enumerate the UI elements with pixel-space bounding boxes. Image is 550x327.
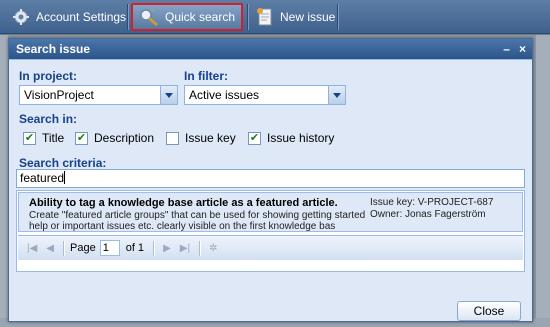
new-issue-button[interactable]: New issue xyxy=(250,3,335,31)
paging-toolbar: |◀ ◀ Page 1 of 1 ▶ ▶| ✲ xyxy=(18,235,523,260)
previous-page-icon[interactable]: ◀ xyxy=(46,243,54,254)
toolbar-divider xyxy=(127,4,128,30)
search-criteria-input[interactable]: featured xyxy=(16,169,525,188)
result-issue-key: Issue key: V-PROJECT-687 xyxy=(370,197,494,208)
checkbox-label: Title xyxy=(42,131,65,145)
new-issue-label: New issue xyxy=(280,10,336,24)
search-issue-history-checkbox[interactable]: ✔ Issue history xyxy=(248,131,334,145)
result-title: Ability to tag a knowledge base article … xyxy=(29,197,338,209)
pager-divider xyxy=(199,240,201,256)
dialog-title: Search issue xyxy=(16,42,91,56)
quick-search-label: Quick search xyxy=(165,10,236,24)
search-title-checkbox[interactable]: ✔ Title xyxy=(23,131,64,145)
checkbox-empty xyxy=(166,131,179,145)
filter-value: Active issues xyxy=(189,88,260,102)
refresh-icon[interactable]: ✲ xyxy=(209,243,217,254)
checkbox-label: Description xyxy=(94,131,155,145)
result-description: Create "featured article groups" that ca… xyxy=(29,210,366,232)
checkmark-icon: ✔ xyxy=(75,131,88,145)
main-toolbar: Account Settings Quick search New issue xyxy=(0,0,550,34)
document-icon xyxy=(257,8,272,26)
results-grid: Ability to tag a knowledge base article … xyxy=(16,190,525,272)
pager-divider xyxy=(153,240,155,256)
search-issue-dialog: Search issue – × In project: VisionProje… xyxy=(8,38,533,322)
page-count-label: of 1 xyxy=(125,242,145,254)
filter-select[interactable]: Active issues xyxy=(184,85,346,105)
close-icon[interactable]: × xyxy=(519,43,526,55)
toolbar-divider xyxy=(247,4,248,30)
checkmark-icon: ✔ xyxy=(248,131,261,145)
search-criteria-label: Search criteria: xyxy=(19,156,107,170)
checkbox-label: Issue key xyxy=(185,131,236,145)
minimize-icon[interactable]: – xyxy=(503,43,510,55)
account-settings-label: Account Settings xyxy=(36,10,127,24)
chevron-down-icon[interactable] xyxy=(160,86,177,104)
search-criteria-value: featured xyxy=(20,171,65,185)
next-page-icon[interactable]: ▶ xyxy=(163,243,171,254)
search-description-checkbox[interactable]: ✔ Description xyxy=(75,131,154,145)
page-number-input[interactable]: 1 xyxy=(99,240,120,256)
checkbox-label: Issue history xyxy=(267,131,335,145)
project-select[interactable]: VisionProject xyxy=(19,85,178,105)
first-page-icon[interactable]: |◀ xyxy=(27,243,37,254)
quick-search-button[interactable]: Quick search xyxy=(131,3,243,31)
project-label: In project: xyxy=(19,69,78,83)
page-label: Page xyxy=(70,242,96,254)
search-issue-key-checkbox[interactable]: Issue key xyxy=(166,131,236,145)
pager-divider xyxy=(63,240,64,256)
text-caret xyxy=(64,171,66,184)
chevron-down-icon[interactable] xyxy=(328,86,345,104)
dialog-body: In project: VisionProject In filter: Act… xyxy=(9,59,532,321)
project-value: VisionProject xyxy=(24,88,94,102)
filter-label: In filter: xyxy=(184,69,228,83)
toolbar-divider xyxy=(337,4,338,30)
search-in-label: Search in: xyxy=(19,112,78,126)
close-button[interactable]: Close xyxy=(457,301,521,321)
background-left-panel xyxy=(0,35,8,327)
checkmark-icon: ✔ xyxy=(23,131,36,145)
account-settings-button[interactable]: Account Settings xyxy=(6,3,126,31)
result-row[interactable]: Ability to tag a knowledge base article … xyxy=(18,192,523,232)
search-icon xyxy=(140,9,158,26)
dialog-header: Search issue – × xyxy=(9,39,532,59)
gear-icon xyxy=(13,9,29,25)
result-owner: Owner: Jonas Fagerström xyxy=(370,209,486,220)
background-right-panel xyxy=(536,35,550,327)
last-page-icon[interactable]: ▶| xyxy=(180,243,190,254)
